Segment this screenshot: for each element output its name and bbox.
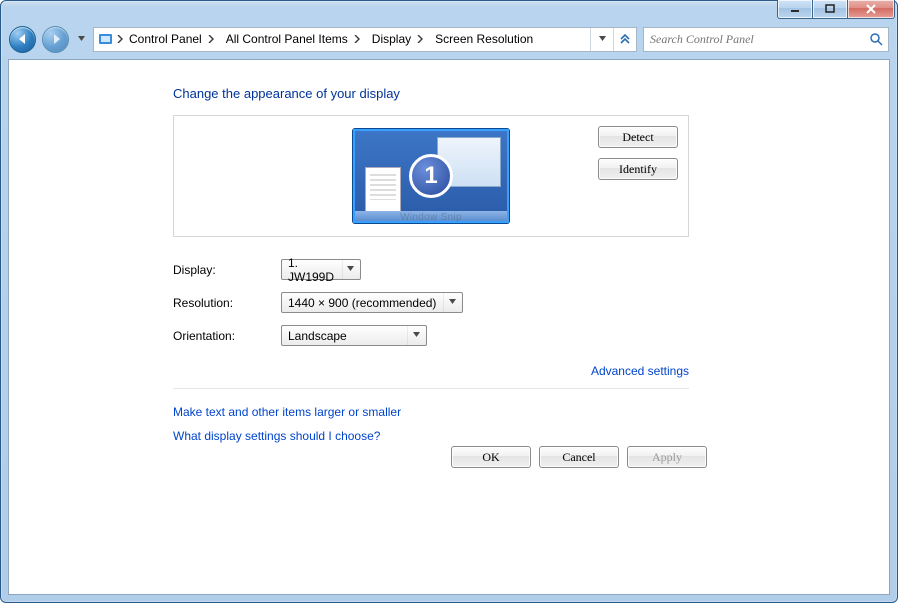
resolution-row: Resolution: 1440 × 900 (recommended) [173,292,689,313]
cancel-button[interactable]: Cancel [539,446,619,468]
breadcrumb-label: Screen Resolution [435,32,533,46]
forward-button[interactable] [42,26,69,53]
orientation-row: Orientation: Landscape [173,325,689,346]
caption-buttons [778,0,895,19]
help-links: Make text and other items larger or smal… [173,388,689,443]
breadcrumb-item[interactable]: Control Panel [123,28,220,51]
monitor-number-badge: 1 [409,154,453,198]
settings-form: Display: 1. JW199D Resolution: 1440 × 90… [173,259,689,443]
chevron-down-icon [407,326,424,345]
advanced-row: Advanced settings [173,364,689,378]
chevron-down-icon [342,260,358,279]
nav-row: Control Panel All Control Panel Items Di… [1,21,897,55]
close-button[interactable] [847,0,895,19]
breadcrumb-label: Display [372,32,411,46]
orientation-label: Orientation: [173,329,281,343]
address-history-dropdown[interactable] [590,28,613,51]
text-size-link[interactable]: Make text and other items larger or smal… [173,405,401,419]
chevron-right-icon [202,35,218,43]
back-button[interactable] [9,26,36,53]
advanced-settings-link[interactable]: Advanced settings [591,364,689,378]
breadcrumb-item[interactable]: All Control Panel Items [220,28,366,51]
forward-arrow-icon [50,33,62,45]
watermark-text: Window Snip [355,212,507,223]
window-frame: Control Panel All Control Panel Items Di… [0,0,898,603]
client-area: Change the appearance of your display De… [8,59,890,595]
display-preview-box: Detect Identify 1 Window Snip [173,115,689,237]
refresh-button[interactable] [613,28,636,51]
refresh-icon [618,32,632,46]
address-bar[interactable]: Control Panel All Control Panel Items Di… [93,27,637,52]
chevron-down-icon [443,293,460,312]
chevron-right-icon [348,35,364,43]
minimize-icon [789,4,801,14]
orientation-dropdown[interactable]: Landscape [281,325,427,346]
preview-actions: Detect Identify [598,126,678,180]
search-input[interactable] [648,31,868,48]
document-thumb-icon [365,167,401,213]
chevron-down-icon [599,36,606,43]
search-icon [868,32,884,46]
ok-button[interactable]: OK [451,446,531,468]
display-label: Display: [173,263,281,277]
address-bar-tools [590,28,636,51]
identify-button[interactable]: Identify [598,158,678,180]
control-panel-icon [97,31,115,47]
page-title: Change the appearance of your display [173,86,689,101]
breadcrumb-label: All Control Panel Items [226,32,348,46]
resolution-value: 1440 × 900 (recommended) [288,296,436,310]
display-dropdown[interactable]: 1. JW199D [281,259,361,280]
nav-history-dropdown[interactable] [75,29,87,49]
chevron-right-icon [411,35,427,43]
page-content: Change the appearance of your display De… [9,60,889,469]
breadcrumb-item[interactable]: Screen Resolution [429,28,535,51]
minimize-button[interactable] [777,0,813,19]
help-choose-link[interactable]: What display settings should I choose? [173,429,380,443]
search-box[interactable] [643,27,889,52]
display-row: Display: 1. JW199D [173,259,689,280]
close-icon [865,4,877,14]
display-value: 1. JW199D [288,256,342,284]
maximize-button[interactable] [812,0,848,19]
detect-button[interactable]: Detect [598,126,678,148]
breadcrumb-label: Control Panel [129,32,202,46]
apply-button: Apply [627,446,707,468]
maximize-icon [824,4,836,14]
resolution-dropdown[interactable]: 1440 × 900 (recommended) [281,292,463,313]
titlebar [1,1,897,21]
resolution-label: Resolution: [173,296,281,310]
chevron-down-icon [78,36,85,43]
dialog-buttons: OK Cancel Apply [451,446,707,468]
back-arrow-icon [17,33,29,45]
breadcrumb-item[interactable]: Display [366,28,429,51]
orientation-value: Landscape [288,329,347,343]
monitor-thumbnail[interactable]: 1 Window Snip [353,129,509,223]
